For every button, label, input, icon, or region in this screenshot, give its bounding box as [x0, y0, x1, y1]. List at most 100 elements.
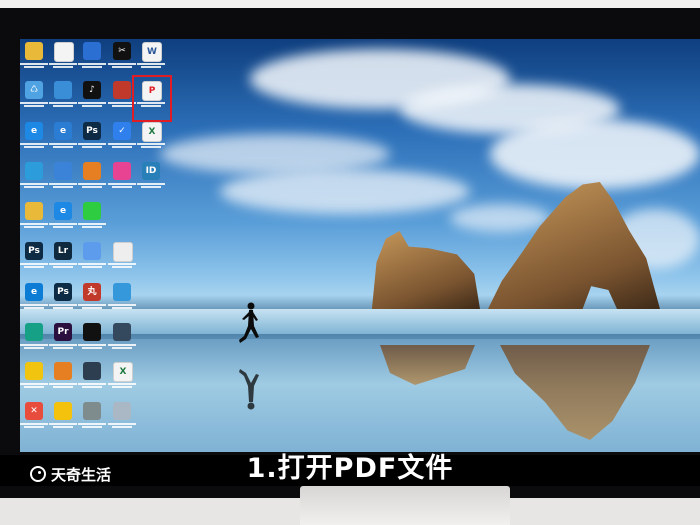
desktop-icon-security[interactable]: ✓ [107, 121, 137, 157]
desktop-icon-label [104, 343, 140, 353]
desktop-icon-wechat[interactable] [77, 201, 107, 237]
app-doc-blue-icon [113, 283, 131, 301]
desktop-icon-monitor-app[interactable] [77, 361, 107, 397]
app-gear-icon [113, 323, 131, 341]
desktop-icon-app-id[interactable]: ID [136, 161, 166, 197]
monitor-app-icon [83, 362, 101, 380]
lightroom-icon: Lr [54, 242, 72, 260]
cloud [490, 119, 700, 189]
monitor-bezel-top [0, 0, 700, 8]
desktop-icon-app-orange[interactable] [77, 161, 107, 197]
rock-right [488, 182, 660, 309]
desktop-icon-photoshop[interactable]: Ps [77, 121, 107, 157]
desktop-icon-app-x[interactable]: ✕ [20, 401, 49, 437]
excel-doc-icon: X [142, 122, 162, 142]
app-yellow-icon [25, 362, 43, 380]
tiktok-icon: ♪ [83, 81, 101, 99]
cloud [160, 134, 390, 174]
desktop-icon-excel-doc-2[interactable]: X [107, 361, 137, 397]
desktop-icon-label [74, 222, 110, 232]
desktop-screen: ✂ W ♺ ♪ Pe e Ps ✓ X ID e Ps Lr e Ps 丸 Pr X ✕ [20, 39, 700, 452]
desktop-icon-label [104, 303, 140, 313]
desktop-icon-app-yellow[interactable] [20, 361, 49, 397]
desktop-icon-chrome[interactable] [48, 401, 78, 437]
pdf-file-highlight-box [132, 75, 172, 122]
monitor-stand [300, 486, 510, 525]
watermark-logo: 天奇生活 [30, 464, 111, 484]
cloud [220, 169, 470, 214]
security-icon: ✓ [113, 122, 131, 140]
cloud [450, 204, 550, 232]
desktop-icon-qq[interactable] [77, 322, 107, 358]
word-doc-icon: W [142, 42, 162, 62]
desktop-icon-recycle-bin[interactable]: ♺ [20, 80, 49, 116]
desktop-icon-text-doc[interactable] [107, 241, 137, 277]
desktop-icon-edge-1[interactable]: e [20, 121, 49, 157]
desktop-icon-label [133, 142, 169, 152]
photoshop-2-icon: Ps [25, 242, 43, 260]
premiere-icon: Pr [54, 323, 72, 341]
app-blue-icon [54, 162, 72, 180]
desktop-icon-app-orange-2[interactable] [48, 361, 78, 397]
desktop-icon-app-photo[interactable] [77, 401, 107, 437]
desktop-icon-photoshop-3[interactable]: Ps [48, 282, 78, 318]
app-orange-icon [83, 162, 101, 180]
desktop-icon-word-doc[interactable]: W [136, 41, 166, 77]
photoshop-icon: Ps [83, 122, 101, 140]
desktop-icon-premiere[interactable]: Pr [48, 322, 78, 358]
app-photo-icon [83, 402, 101, 420]
desktop-icon-label [104, 422, 140, 432]
desktop-icon-lightroom[interactable]: Lr [48, 241, 78, 277]
desktop-icon-qq-music[interactable] [20, 161, 49, 197]
desktop-icon-label [104, 262, 140, 272]
photoshop-3-icon: Ps [54, 283, 72, 301]
desktop-icon-folder-1[interactable] [20, 41, 49, 77]
colorful-app-icon [113, 162, 131, 180]
desktop-icon-app-teal[interactable] [20, 322, 49, 358]
qq-icon [83, 323, 101, 341]
doc-1-icon [54, 42, 74, 62]
app-snow-icon [113, 402, 131, 420]
desktop-icon-app-red-2[interactable]: 丸 [77, 282, 107, 318]
desktop-icon-doc-1[interactable] [48, 41, 78, 77]
chrome-icon [54, 402, 72, 420]
excel-doc-2-icon: X [113, 362, 133, 382]
edge-2-icon: e [54, 202, 72, 220]
desktop-icon-app-doc-blue[interactable] [107, 282, 137, 318]
desktop-icon-colorful-app[interactable] [107, 161, 137, 197]
desktop-icon-label [104, 382, 140, 392]
desktop-icon-excel-doc[interactable]: X [136, 121, 166, 157]
app-teal-icon [25, 323, 43, 341]
rock-left [371, 231, 480, 309]
control-panel-icon [83, 42, 101, 60]
desktop-icon-app-snow[interactable] [107, 401, 137, 437]
qq-music-icon [25, 162, 43, 180]
wechat-icon [83, 202, 101, 220]
desktop-icon-edge-3[interactable]: e [20, 282, 49, 318]
desktop-icon-label [133, 62, 169, 72]
desktop-icon-control-panel[interactable] [77, 41, 107, 77]
capcut-icon: ✂ [113, 42, 131, 60]
app-game-icon [83, 242, 101, 260]
desktop-icon-edge-2[interactable]: e [48, 201, 78, 237]
runner-reflection [239, 369, 259, 410]
app-red-icon [113, 81, 131, 99]
desktop-icon-label [133, 182, 169, 192]
network-icon [54, 81, 72, 99]
desktop-icon-app-gear[interactable] [107, 322, 137, 358]
desktop-icon-photoshop-2[interactable]: Ps [20, 241, 49, 277]
watermark-text: 天奇生活 [51, 465, 112, 484]
desktop-icon-ie[interactable]: e [48, 121, 78, 157]
folder-1-icon [25, 42, 43, 60]
folder-2-icon [25, 202, 43, 220]
logo-icon [30, 466, 46, 482]
app-x-icon: ✕ [25, 402, 43, 420]
desktop-icon-app-game[interactable] [77, 241, 107, 277]
desktop-icon-folder-2[interactable] [20, 201, 49, 237]
desktop-icon-network[interactable] [48, 80, 78, 116]
desktop-icon-capcut[interactable]: ✂ [107, 41, 137, 77]
desktop-icon-app-blue[interactable] [48, 161, 78, 197]
runner-silhouette [239, 302, 259, 343]
app-red-2-icon: 丸 [83, 283, 101, 301]
desktop-icon-tiktok[interactable]: ♪ [77, 80, 107, 116]
